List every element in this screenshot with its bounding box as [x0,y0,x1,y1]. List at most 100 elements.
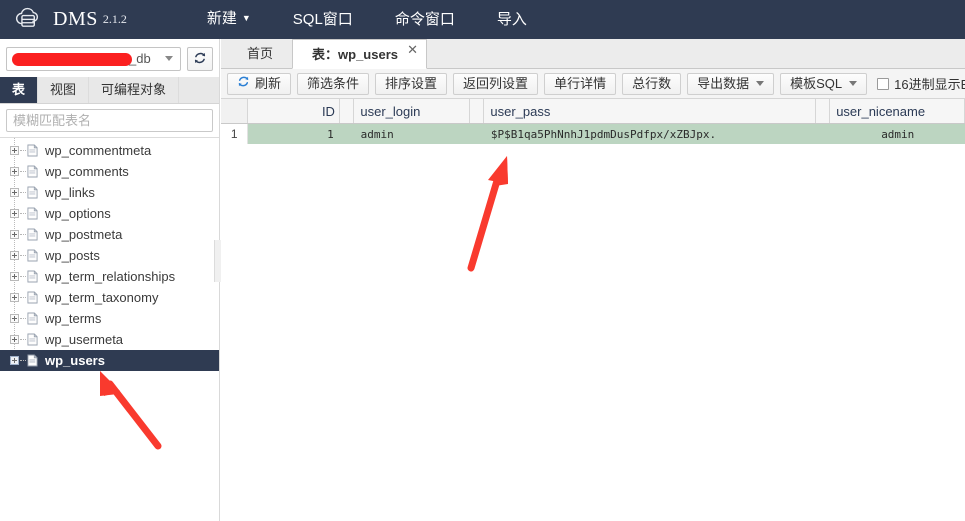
filter-conditions-button[interactable]: 筛选条件 [297,72,370,95]
tree-item-wp-term-taxonomy[interactable]: wp_term_taxonomy [0,287,219,308]
sidebar-tabs-filler [179,77,219,103]
template-sql-button[interactable]: 模板SQL [780,72,868,95]
table-icon [27,270,45,283]
document-tabstrip: 首页 表：wp_users ✕ [221,39,965,69]
grid-header-id[interactable]: ID [248,99,340,123]
refresh-button[interactable]: 刷新 [227,72,292,95]
dms-window: DMS 2.1.2 新建 ▼ SQL窗口 命令窗口 导入 _db 表 视图 可编… [0,0,965,521]
tree-item-wp-usermeta[interactable]: wp_usermeta [0,329,219,350]
table-tree: wp_commentmeta wp_comments wp_links wp_o… [0,138,219,371]
single-row-detail-button[interactable]: 单行详情 [544,72,617,95]
expander-plus-icon[interactable] [10,272,19,281]
expander-plus-icon[interactable] [10,335,19,344]
expander-plus-icon[interactable] [10,146,19,155]
hex-display-binary-checkbox[interactable]: 16进制显示Bina [877,74,965,93]
export-data-button[interactable]: 导出数据 [687,72,775,95]
data-grid: ID user_login user_pass user_nicename 1 … [221,99,965,144]
template-sql-label: 模板SQL [790,75,843,91]
topnav-item-sql-window[interactable]: SQL窗口 [272,0,374,39]
tree-item-wp-links[interactable]: wp_links [0,182,219,203]
database-cloud-icon [14,7,53,33]
table-row[interactable]: 1 1 admin $P$B1qa5PhNnhJ1pdmDusPdfpx/xZB… [221,124,965,144]
close-icon[interactable]: ✕ [407,43,418,57]
tree-item-wp-users[interactable]: wp_users [0,350,219,371]
tree-item-label: wp_comments [45,164,129,179]
expander-plus-icon[interactable] [10,314,19,323]
tree-item-label: wp_terms [45,311,102,326]
topnav-label-new: 新建 [206,10,237,27]
tab-home[interactable]: 首页 [228,39,293,68]
tree-connector [20,150,26,151]
refresh-icon [237,74,250,94]
chevron-down-icon [165,56,173,61]
grid-header-user-nicename[interactable]: user_nicename [830,99,965,123]
redaction-block [12,53,132,66]
app-name: DMS [53,8,98,30]
refresh-button-label: 刷新 [255,75,282,91]
tree-connector [20,297,26,298]
row-number-cell[interactable]: 1 [221,124,249,144]
refresh-icon [193,51,207,68]
tree-item-wp-commentmeta[interactable]: wp_commentmeta [0,140,219,161]
cell-spacer-id [339,124,355,144]
tree-connector [20,255,26,256]
table-icon [27,228,45,241]
tree-item-wp-posts[interactable]: wp_posts [0,245,219,266]
grid-header-filter-user-pass[interactable] [815,99,831,123]
tree-item-wp-terms[interactable]: wp_terms [0,308,219,329]
tree-item-wp-comments[interactable]: wp_comments [0,161,219,182]
tree-connector [20,276,26,277]
expander-plus-icon[interactable] [10,209,19,218]
tree-item-wp-term-relationships[interactable]: wp_term_relationships [0,266,219,287]
sort-settings-button[interactable]: 排序设置 [375,72,448,95]
topnav-item-import[interactable]: 导入 [476,0,548,39]
cell-user-nicename[interactable]: admin [830,124,965,144]
total-row-count-button[interactable]: 总行数 [622,72,682,95]
cell-id[interactable]: 1 [248,124,340,144]
table-icon [27,144,45,157]
refresh-database-button[interactable] [187,47,213,71]
chevron-down-icon: ▼ [241,13,251,23]
expander-plus-icon[interactable] [10,251,19,260]
table-icon [27,165,45,178]
tree-item-wp-postmeta[interactable]: wp_postmeta [0,224,219,245]
database-select[interactable]: _db [6,47,181,71]
table-filter-input[interactable] [6,109,213,132]
grid-header-filter-id[interactable] [339,99,355,123]
grid-corner-cell[interactable] [221,99,249,123]
topnav-item-command-window[interactable]: 命令窗口 [374,0,476,39]
chevron-down-icon [849,81,858,86]
grid-header-filter-user-login[interactable] [469,99,485,123]
database-selector-row: _db [0,39,219,77]
tree-item-label: wp_term_relationships [45,269,176,284]
tree-item-wp-options[interactable]: wp_options [0,203,219,224]
database-name-suffix: _db [129,51,151,66]
topnav-item-new[interactable]: 新建 ▼ [186,0,272,40]
tree-item-label: wp_term_taxonomy [45,290,159,305]
grid-header-user-pass[interactable]: user_pass [484,99,816,123]
export-data-label: 导出数据 [697,75,750,91]
sidebar-tabs: 表 视图 可编程对象 [0,77,219,104]
checkbox-box[interactable] [877,77,890,90]
tab-table-wp-users[interactable]: 表：wp_users ✕ [292,39,427,69]
expander-plus-icon[interactable] [10,293,19,302]
tree-connector [20,171,26,172]
grid-header-user-login[interactable]: user_login [354,99,470,123]
sidebar-tab-tables[interactable]: 表 [0,77,39,103]
table-icon [27,312,45,325]
return-column-settings-button[interactable]: 返回列设置 [453,72,539,95]
expander-plus-icon[interactable] [10,167,19,176]
cell-user-pass[interactable]: $P$B1qa5PhNnhJ1pdmDusPdfpx/xZBJpx. [484,124,816,144]
grid-toolbar: 刷新 筛选条件 排序设置 返回列设置 单行详情 总行数 导出数据 模板SQL 1… [221,69,965,99]
tree-connector [20,339,26,340]
tab-label: 表：wp_users [312,47,398,62]
tree-item-label: wp_posts [45,248,100,263]
tree-item-label: wp_usermeta [45,332,124,347]
sidebar-tab-views[interactable]: 视图 [38,77,90,103]
expander-plus-icon[interactable] [10,356,19,365]
cell-user-login[interactable]: admin [354,124,471,144]
grid-header-row: ID user_login user_pass user_nicename [221,99,965,124]
expander-plus-icon[interactable] [10,230,19,239]
expander-plus-icon[interactable] [10,188,19,197]
sidebar-tab-programmable-objects[interactable]: 可编程对象 [89,77,180,103]
